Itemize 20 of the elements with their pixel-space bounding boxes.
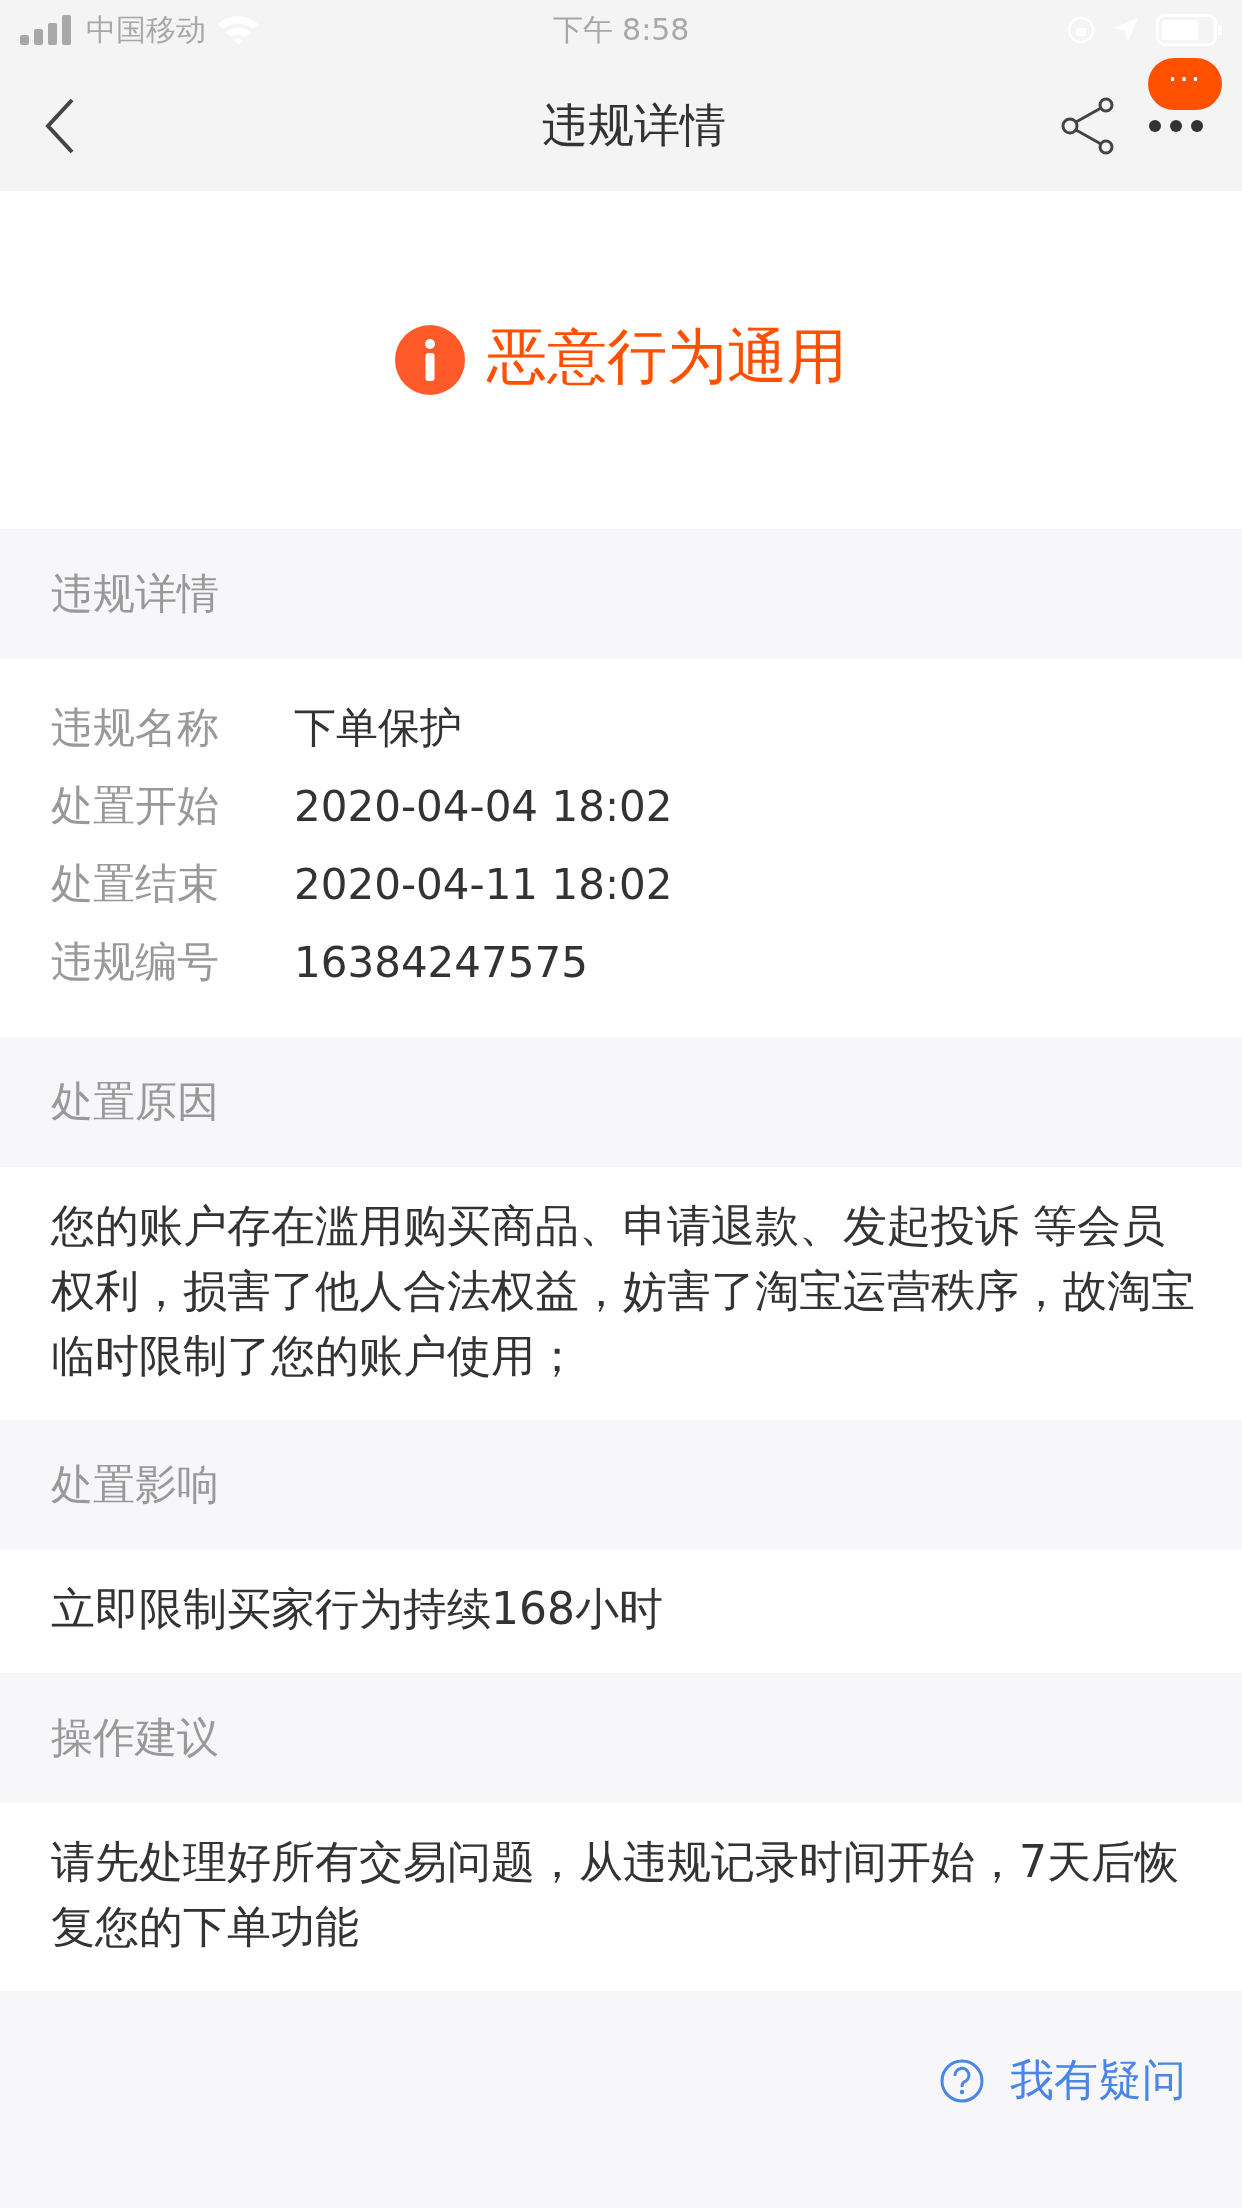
info-icon <box>395 325 465 395</box>
carrier-name: 中国移动 <box>86 10 206 49</box>
field-value: 下单保护 <box>294 702 462 754</box>
field-label: 违规编号 <box>51 936 220 988</box>
field-value: 2020-04-11 18:02 <box>294 859 673 909</box>
more-icon[interactable] <box>1148 118 1204 133</box>
field-label: 处置结束 <box>51 858 220 910</box>
field-value: 2020-04-04 18:02 <box>294 781 673 831</box>
help-link[interactable]: 我有疑问 <box>940 2051 1186 2110</box>
question-icon <box>940 2058 984 2103</box>
section-text: 立即限制买家行为持续168小时 <box>50 1582 664 1636</box>
field-label: 处置开始 <box>51 780 220 832</box>
field-label: 违规名称 <box>51 702 220 754</box>
page-title: 违规详情 <box>541 96 727 154</box>
violation-type: 恶意行为通用 <box>487 319 847 393</box>
section-text: 请先处理好所有交易问题，从违规记录时间开始，7天后恢复您的下单功能 <box>50 1835 1180 1954</box>
section-text: 您的账户存在滥用购买商品、申请退款、发起投诉 等会员权利，损害了他人合法权益，妨害了淘宝运营秩序，故淘宝临时限制了您的账户使用； <box>50 1199 1196 1383</box>
field-value: 16384247575 <box>294 937 588 987</box>
message-badge[interactable]: ··· <box>1148 58 1222 110</box>
clock-time: 下午 8:58 <box>552 10 690 49</box>
